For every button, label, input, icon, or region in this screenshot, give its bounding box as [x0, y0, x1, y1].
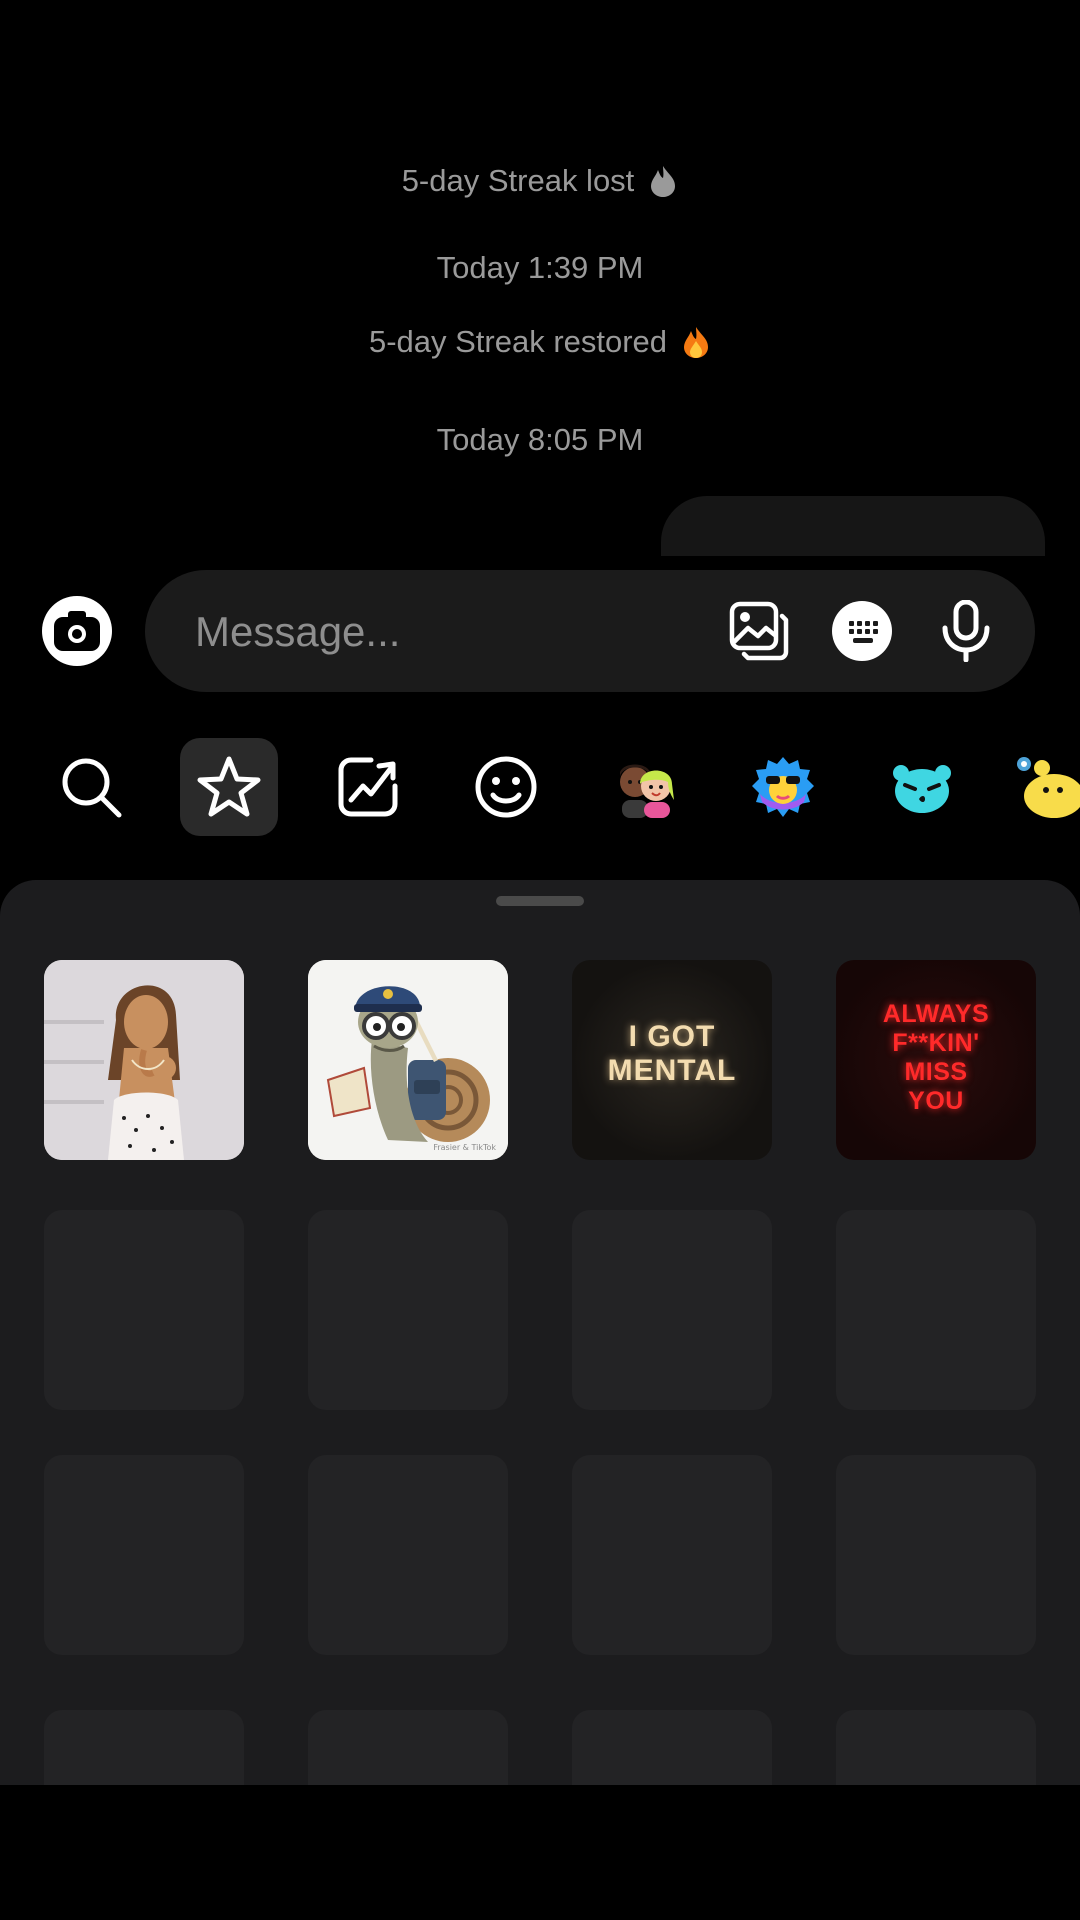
timestamp: Today 8:05 PM	[0, 422, 1080, 458]
snail-mail-carrier-image: Frasier & TikTok	[308, 960, 508, 1160]
voice-button[interactable]	[934, 599, 998, 663]
blue-sticker-pack-icon	[752, 757, 814, 817]
gallery-icon	[729, 601, 789, 661]
sticker-placeholder	[572, 1710, 772, 1785]
timestamp: Today 1:39 PM	[0, 250, 1080, 286]
streak-restored-line: 5-day Streak restored	[0, 324, 1080, 360]
sticker-i-got-mental[interactable]: I GOT MENTAL	[572, 960, 772, 1160]
message-composer	[145, 570, 1035, 694]
tab-sticker-pack-yellow[interactable]	[1012, 738, 1080, 836]
woman-photo-image	[44, 960, 244, 1160]
sticker-placeholder	[44, 1210, 244, 1410]
sticker-watermark: Frasier & TikTok	[433, 1143, 496, 1152]
sticker-placeholder	[836, 1710, 1036, 1785]
bottom-safe-area	[0, 1785, 1080, 1920]
star-icon	[197, 756, 261, 817]
sticker-placeholder	[836, 1455, 1036, 1655]
sticker-placeholder	[572, 1210, 772, 1410]
streak-lost-line: 5-day Streak lost	[0, 163, 1080, 199]
tab-emoji[interactable]	[457, 738, 555, 836]
sticker-snail[interactable]: Frasier & TikTok	[308, 960, 508, 1160]
sticker-placeholder	[308, 1710, 508, 1785]
yellow-sticker-pack-icon	[1017, 757, 1080, 818]
streak-restored-text: 5-day Streak restored	[368, 324, 668, 359]
cyan-sticker-pack-icon	[893, 765, 951, 813]
camera-icon	[54, 611, 100, 651]
sticker-text-line: YOU	[908, 1087, 964, 1115]
sticker-always-miss-you[interactable]: ALWAYS F**KIN' MISS YOU	[836, 960, 1036, 1160]
sticker-sheet: Frasier & TikTok I GOT MENTAL ALWAYS F**…	[0, 880, 1080, 1785]
gallery-button[interactable]	[727, 599, 791, 663]
microphone-icon	[942, 600, 990, 662]
timestamp-text: Today 8:05 PM	[436, 422, 644, 457]
tab-avatar-stickers[interactable]	[596, 738, 694, 836]
message-bubble[interactable]	[661, 496, 1045, 556]
sticker-placeholder	[44, 1710, 244, 1785]
sticker-placeholder	[44, 1455, 244, 1655]
sticker-photo[interactable]	[44, 960, 244, 1160]
sticker-text-line: MISS	[904, 1058, 968, 1086]
sticker-placeholder	[308, 1455, 508, 1655]
sticker-text-line: MENTAL	[607, 1054, 737, 1087]
keyboard-icon	[832, 601, 892, 661]
sticker-text-line: ALWAYS	[882, 1000, 990, 1028]
sticker-placeholder	[572, 1455, 772, 1655]
streak-lost-text: 5-day Streak lost	[401, 163, 635, 198]
sticker-text-line: F**KIN'	[892, 1029, 980, 1057]
grey-flame-icon	[651, 166, 676, 197]
fire-icon	[684, 327, 709, 358]
avatar-couple-icon	[620, 764, 674, 818]
sticker-text-line: I GOT	[628, 1020, 716, 1053]
tab-trending[interactable]	[319, 738, 417, 836]
search-icon	[62, 758, 122, 818]
emoji-icon	[475, 756, 537, 818]
tab-favorites[interactable]	[180, 738, 278, 836]
chat-screen: 5-day Streak lost Today 1:39 PM 5-day St…	[0, 0, 1080, 1920]
trending-icon	[338, 757, 398, 817]
camera-button[interactable]	[42, 596, 112, 666]
tab-sticker-pack-cyan[interactable]	[873, 738, 971, 836]
keyboard-button[interactable]	[830, 599, 894, 663]
tab-search[interactable]	[42, 738, 140, 836]
sticker-placeholder	[308, 1210, 508, 1410]
timestamp-text: Today 1:39 PM	[436, 250, 644, 285]
sticker-placeholder	[836, 1210, 1036, 1410]
tab-sticker-pack-blue[interactable]	[734, 738, 832, 836]
sheet-grabber[interactable]	[496, 896, 584, 906]
message-input[interactable]	[193, 570, 697, 694]
